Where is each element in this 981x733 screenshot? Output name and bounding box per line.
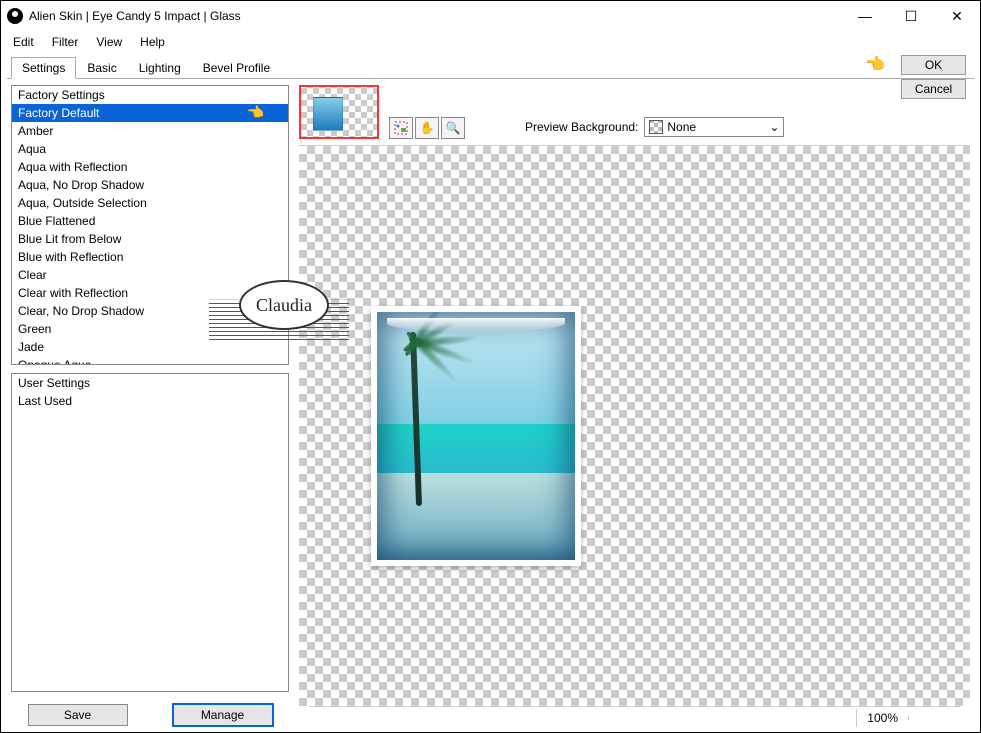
factory-item[interactable]: Blue with Reflection: [12, 248, 288, 266]
user-settings-list[interactable]: User Settings Last Used: [11, 373, 289, 692]
preview-toolbar: ✋ 🔍 Preview Background: None ⌄: [299, 85, 970, 141]
factory-settings-list[interactable]: Factory Settings Factory Default 👉 Amber…: [11, 85, 289, 365]
preview-bg-select[interactable]: None ⌄: [644, 117, 784, 137]
tabbar: Settings Basic Lighting Bevel Profile: [7, 55, 974, 79]
factory-item[interactable]: Aqua, No Drop Shadow: [12, 176, 288, 194]
window-title: Alien Skin | Eye Candy 5 Impact | Glass: [29, 9, 842, 23]
statusbar: 100%: [309, 706, 960, 728]
preview-tool-icons: ✋ 🔍: [389, 117, 465, 139]
preview-bg-label: Preview Background:: [525, 120, 638, 134]
titlebar: Alien Skin | Eye Candy 5 Impact | Glass …: [1, 1, 980, 31]
pointer-icon: 👉: [247, 104, 264, 121]
app-icon: [7, 8, 23, 24]
preview-image: [371, 306, 581, 566]
marquee-tool-icon[interactable]: [389, 117, 413, 139]
factory-item[interactable]: Clear, No Drop Shadow: [12, 302, 288, 320]
checker-swatch-icon: [649, 120, 663, 134]
factory-item[interactable]: Green: [12, 320, 288, 338]
manage-button[interactable]: Manage: [173, 704, 273, 726]
navigator-image: [313, 97, 343, 131]
factory-item[interactable]: Aqua: [12, 140, 288, 158]
ok-button-label: OK: [925, 58, 942, 72]
hand-tool-icon[interactable]: ✋: [415, 117, 439, 139]
factory-item[interactable]: Clear: [12, 266, 288, 284]
factory-item[interactable]: Blue Flattened: [12, 212, 288, 230]
list-buttons: Save Manage: [11, 700, 289, 728]
minimize-button[interactable]: —: [842, 1, 888, 31]
factory-item[interactable]: Jade: [12, 338, 288, 356]
menu-edit[interactable]: Edit: [5, 33, 42, 51]
factory-item[interactable]: Aqua, Outside Selection: [12, 194, 288, 212]
menubar: Edit Filter View Help: [1, 31, 980, 53]
preview-canvas[interactable]: Claudia: [299, 145, 970, 706]
navigator-thumbnail[interactable]: [299, 85, 379, 139]
zoom-tool-icon[interactable]: 🔍: [441, 117, 465, 139]
status-spacer: [908, 716, 952, 720]
factory-settings-header[interactable]: Factory Settings: [12, 86, 288, 104]
settings-panel: Factory Settings Factory Default 👉 Amber…: [11, 85, 289, 728]
preview-bg-control: Preview Background: None ⌄: [525, 117, 784, 137]
menu-view[interactable]: View: [88, 33, 130, 51]
menu-filter[interactable]: Filter: [44, 33, 87, 51]
factory-item[interactable]: Amber: [12, 122, 288, 140]
factory-item[interactable]: Opaque Aqua: [12, 356, 288, 365]
factory-item-default[interactable]: Factory Default 👉: [12, 104, 288, 122]
user-settings-header[interactable]: User Settings: [12, 374, 288, 392]
factory-item-label: Factory Default: [18, 106, 99, 120]
pointer-icon: 👉: [866, 54, 886, 74]
tab-settings[interactable]: Settings: [11, 57, 76, 79]
tab-lighting[interactable]: Lighting: [128, 57, 192, 79]
preview-panel: ✋ 🔍 Preview Background: None ⌄ Claudia: [299, 85, 970, 728]
ok-button[interactable]: 👉 OK: [901, 55, 966, 75]
user-item[interactable]: Last Used: [12, 392, 288, 410]
factory-item[interactable]: Aqua with Reflection: [12, 158, 288, 176]
window-controls: — ☐ ✕: [842, 1, 980, 31]
tab-basic[interactable]: Basic: [76, 57, 127, 79]
save-button[interactable]: Save: [28, 704, 128, 726]
factory-item[interactable]: Clear with Reflection: [12, 284, 288, 302]
window: Alien Skin | Eye Candy 5 Impact | Glass …: [0, 0, 981, 733]
chevron-down-icon: ⌄: [769, 120, 779, 134]
factory-item[interactable]: Blue Lit from Below: [12, 230, 288, 248]
content: Factory Settings Factory Default 👉 Amber…: [1, 79, 980, 732]
close-button[interactable]: ✕: [934, 1, 980, 31]
tab-bevel-profile[interactable]: Bevel Profile: [192, 57, 281, 79]
preview-bg-value: None: [667, 120, 696, 134]
menu-help[interactable]: Help: [132, 33, 173, 51]
maximize-button[interactable]: ☐: [888, 1, 934, 31]
zoom-level: 100%: [856, 709, 908, 727]
